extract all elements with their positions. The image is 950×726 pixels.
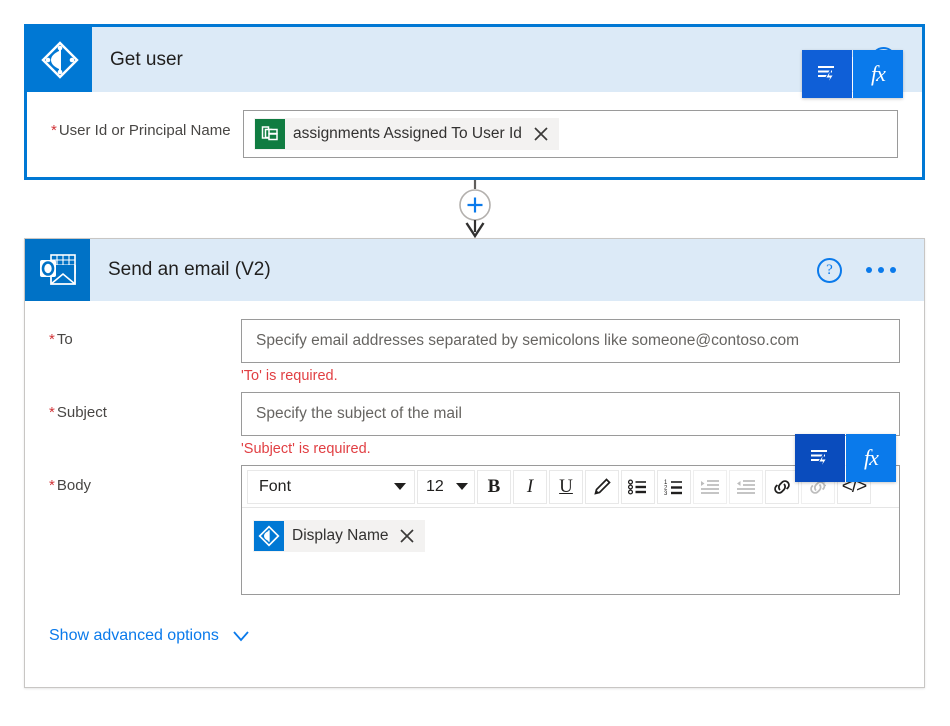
font-family-select[interactable]: Font [247, 469, 415, 504]
dynamic-content-token-display-name[interactable]: Display Name [253, 520, 426, 552]
required-marker: * [49, 404, 55, 421]
dot [866, 267, 872, 273]
field-row-user-id: * User Id or Principal Name assignments … [51, 110, 898, 158]
field-control-body: Font 12 B I U 1 2 3 </> Display Name [241, 465, 900, 595]
flow-connector [455, 180, 495, 239]
field-row-to: * To Specify email addresses separated by… [49, 319, 900, 388]
font-family-value: Font [259, 477, 292, 495]
card-title-send-email: Send an email (V2) [108, 259, 271, 280]
field-control-user-id: assignments Assigned To User Id [243, 110, 898, 158]
popup-divider [852, 57, 853, 91]
required-marker: * [49, 331, 55, 348]
pen-icon[interactable] [585, 469, 619, 504]
bullet-list-icon[interactable] [621, 469, 655, 504]
outdent-icon[interactable] [729, 469, 763, 504]
subject-input[interactable]: Specify the subject of the mail [241, 392, 900, 436]
azure-ad-icon [254, 521, 284, 551]
close-icon[interactable] [531, 124, 551, 144]
dynamic-content-popup-subject[interactable]: fx [795, 434, 896, 482]
card-title-get-user: Get user [110, 48, 183, 70]
underline-button[interactable]: U [549, 469, 583, 504]
dot [890, 267, 896, 273]
italic-button[interactable]: I [513, 469, 547, 504]
body-rich-text-editor[interactable]: Font 12 B I U 1 2 3 </> Display Name [241, 465, 900, 595]
dot [878, 267, 884, 273]
outlook-icon [25, 239, 90, 301]
flow-designer-canvas: Get user ? *User Id or Principal Name [0, 0, 950, 726]
header-actions-send-email: ? [817, 239, 924, 301]
numbered-list-icon[interactable]: 1 2 3 [657, 469, 691, 504]
field-label-subject: * Subject [49, 392, 241, 424]
chevron-down-icon [456, 483, 468, 490]
expression-icon[interactable]: fx [853, 50, 903, 98]
to-error-message: 'To' is required. [241, 368, 338, 384]
dynamic-content-icon[interactable] [802, 50, 852, 98]
token-label: Display Name [292, 527, 389, 544]
chevron-down-icon [233, 631, 249, 642]
field-label-user-id: * User Id or Principal Name [51, 110, 243, 142]
dynamic-content-icon[interactable] [795, 434, 845, 482]
card-body-send-email: * To Specify email addresses separated by… [25, 301, 924, 595]
close-icon[interactable] [397, 526, 417, 546]
field-label-text: Body [56, 477, 92, 494]
dynamic-content-token-assignments[interactable]: assignments Assigned To User Id [254, 118, 559, 150]
field-control-to: Specify email addresses separated by sem… [241, 319, 900, 388]
chevron-down-icon [394, 483, 406, 490]
bold-button[interactable]: B [477, 469, 511, 504]
help-icon[interactable]: ? [817, 257, 842, 283]
dynamic-content-popup-get-user[interactable]: fx [802, 50, 903, 98]
planner-icon [255, 119, 285, 149]
indent-icon[interactable] [693, 469, 727, 504]
required-marker: * [51, 122, 57, 139]
user-id-input[interactable]: assignments Assigned To User Id [243, 110, 898, 158]
font-size-value: 12 [426, 477, 444, 495]
card-header-get-user[interactable]: Get user ? [27, 27, 922, 92]
show-advanced-options-link[interactable]: Show advanced options [49, 627, 251, 645]
to-input[interactable]: Specify email addresses separated by sem… [241, 319, 900, 363]
action-card-get-user[interactable]: Get user ? *User Id or Principal Name [24, 24, 925, 180]
font-size-select[interactable]: 12 [417, 469, 475, 504]
token-label: assignments Assigned To User Id [293, 125, 522, 142]
expression-icon[interactable]: fx [846, 434, 896, 482]
required-marker: * [49, 477, 55, 494]
card-body-get-user: * User Id or Principal Name assignments … [27, 92, 922, 158]
azure-ad-icon [27, 27, 92, 92]
field-label-text: To [56, 331, 73, 348]
more-commands-button[interactable] [864, 261, 898, 279]
field-row-body: * Body Font 12 B I U 1 2 3 </> Display N… [49, 465, 900, 595]
field-label-to: * To [49, 319, 241, 351]
field-label-text: Subject [56, 404, 107, 421]
field-row-subject: * Subject Specify the subject of the mail… [49, 392, 900, 461]
field-label-text: User Id or Principal Name [58, 122, 231, 139]
card-header-send-email[interactable]: Send an email (V2) ? [25, 239, 924, 301]
body-content-area[interactable]: Display Name [242, 508, 899, 594]
action-card-send-email[interactable]: Send an email (V2) ? * To Specify email a… [24, 238, 925, 688]
link-icon[interactable] [765, 469, 799, 504]
field-label-body: * Body [49, 465, 241, 497]
svg-text:3: 3 [664, 491, 668, 497]
advanced-options-label: Show advanced options [49, 627, 219, 644]
popup-divider [845, 441, 846, 475]
